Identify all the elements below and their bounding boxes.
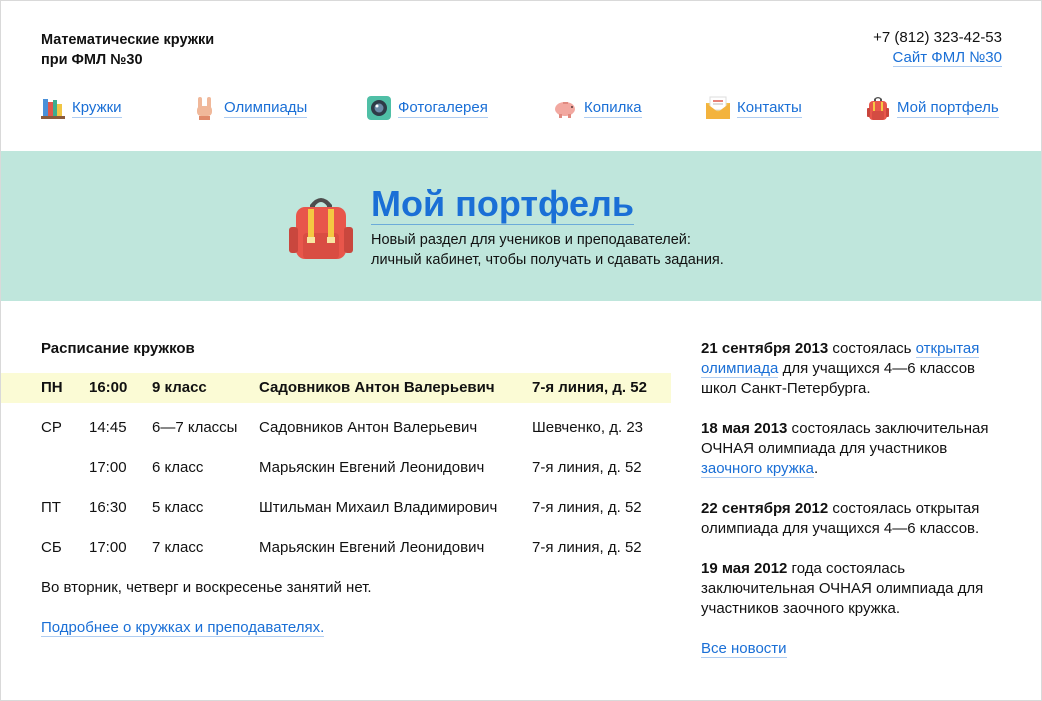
news-item: 21 сентября 2013 состоялась открытая оли… bbox=[701, 339, 1001, 399]
schedule-teacher: Марьяскин Евгений Леонидович bbox=[259, 459, 485, 476]
nav-label[interactable]: Мой портфель bbox=[897, 99, 999, 118]
table-row: СБ 17:00 7 класс Марьяскин Евгений Леони… bbox=[1, 533, 671, 563]
table-row: ПТ 16:30 5 класс Штильман Михаил Владими… bbox=[1, 493, 671, 523]
schedule-day: ПН bbox=[41, 379, 63, 396]
news-section: 21 сентября 2013 состоялась открытая оли… bbox=[701, 339, 1001, 659]
site-title-line1: Математические кружки bbox=[41, 32, 215, 48]
news-date: 18 мая 2013 bbox=[701, 420, 788, 437]
banner-title-link[interactable]: Мой портфель bbox=[371, 183, 635, 225]
hand-icon bbox=[192, 95, 218, 121]
more-info-row: Подробнее о кружках и преподавателях. bbox=[41, 618, 325, 638]
all-news-row: Все новости bbox=[701, 639, 1001, 659]
nav-label[interactable]: Копилка bbox=[584, 99, 642, 118]
news-item: 19 мая 2012 года состоялась заключительн… bbox=[701, 559, 1001, 619]
schedule-address: Шевченко, д. 23 bbox=[532, 419, 644, 436]
schedule-heading: Расписание кружков bbox=[41, 340, 195, 357]
correspondence-circle-link[interactable]: заочного кружка bbox=[701, 460, 814, 478]
backpack-icon bbox=[865, 95, 891, 121]
news-date: 22 сентября 2012 bbox=[701, 500, 829, 517]
nav-item-photogallery[interactable]: Фотогалерея bbox=[366, 93, 488, 123]
nav-label[interactable]: Олимпиады bbox=[224, 99, 308, 118]
schedule-class: 7 класс bbox=[152, 539, 204, 556]
portfolio-banner: Мой портфель Новый раздел для учеников и… bbox=[1, 151, 1041, 301]
news-text: . bbox=[814, 460, 819, 477]
schedule-teacher: Садовников Антон Валерьевич bbox=[259, 419, 478, 436]
schedule-class: 5 класс bbox=[152, 499, 204, 516]
envelope-icon bbox=[705, 95, 731, 121]
schedule-class: 9 класс bbox=[152, 379, 207, 396]
nav-label[interactable]: Фотогалерея bbox=[398, 99, 488, 118]
banner-title[interactable]: Мой портфель bbox=[371, 183, 635, 225]
piggy-bank-icon bbox=[552, 95, 578, 121]
schedule-time: 17:00 bbox=[89, 459, 127, 476]
news-text: состоялась bbox=[828, 340, 916, 357]
schedule-class: 6—7 классы bbox=[152, 419, 238, 436]
books-icon bbox=[40, 95, 66, 121]
news-item: 18 мая 2013 состоялась заключительная ОЧ… bbox=[701, 419, 1001, 479]
schedule-teacher: Садовников Антон Валерьевич bbox=[259, 379, 495, 396]
schedule-time: 16:00 bbox=[89, 379, 128, 396]
site-title-line2: при ФМЛ №30 bbox=[41, 52, 143, 68]
schedule-time: 14:45 bbox=[89, 419, 127, 436]
nav-item-kruzhki[interactable]: Кружки bbox=[40, 93, 122, 123]
schedule-address: 7-я линия, д. 52 bbox=[532, 499, 642, 516]
schedule-address: 7-я линия, д. 52 bbox=[532, 539, 642, 556]
schedule-day: СР bbox=[41, 419, 62, 436]
nav-item-my-portfolio[interactable]: Мой портфель bbox=[865, 93, 999, 123]
news-date: 19 мая 2012 bbox=[701, 560, 788, 577]
schedule-teacher: Штильман Михаил Владимирович bbox=[259, 499, 498, 516]
schedule-address: 7-я линия, д. 52 bbox=[532, 459, 642, 476]
backpack-icon bbox=[288, 193, 354, 261]
nav-label[interactable]: Кружки bbox=[72, 99, 122, 118]
schedule-note: Во вторник, четверг и воскресенье заняти… bbox=[41, 579, 372, 596]
table-row: 17:00 6 класс Марьяскин Евгений Леонидов… bbox=[1, 453, 671, 483]
nav-item-kopilka[interactable]: Копилка bbox=[552, 93, 642, 123]
header-contacts: +7 (812) 323-42-53 Сайт ФМЛ №30 bbox=[873, 28, 1002, 68]
phone-number: +7 (812) 323-42-53 bbox=[873, 29, 1002, 46]
camera-icon bbox=[366, 95, 392, 121]
banner-desc-line2: личный кабинет, чтобы получать и сдавать… bbox=[371, 252, 724, 268]
table-row: ПН 16:00 9 класс Садовников Антон Валерь… bbox=[1, 373, 671, 403]
schedule-class: 6 класс bbox=[152, 459, 204, 476]
schedule-section: Расписание кружков ПН 16:00 9 класс Садо… bbox=[1, 339, 671, 637]
schedule-time: 16:30 bbox=[89, 499, 127, 516]
schedule-day: СБ bbox=[41, 539, 62, 556]
news-date: 21 сентября 2013 bbox=[701, 340, 829, 357]
nav-item-olympiads[interactable]: Олимпиады bbox=[192, 93, 308, 123]
schedule-teacher: Марьяскин Евгений Леонидович bbox=[259, 539, 485, 556]
schedule-time: 17:00 bbox=[89, 539, 127, 556]
all-news-link[interactable]: Все новости bbox=[701, 640, 787, 658]
more-about-circles-link[interactable]: Подробнее о кружках и преподавателях. bbox=[41, 619, 325, 637]
news-item: 22 сентября 2012 состоялась открытая оли… bbox=[701, 499, 1001, 539]
school-site-link[interactable]: Сайт ФМЛ №30 bbox=[892, 49, 1002, 67]
table-row: СР 14:45 6—7 классы Садовников Антон Вал… bbox=[1, 413, 671, 443]
nav-item-contacts[interactable]: Контакты bbox=[705, 93, 802, 123]
main-nav: Кружки Олимпиады Фотогалерея Копилка Кон… bbox=[40, 93, 1002, 123]
banner-desc-line1: Новый раздел для учеников и преподавател… bbox=[371, 232, 691, 248]
schedule-address: 7-я линия, д. 52 bbox=[532, 379, 647, 396]
site-title: Математические кружки при ФМЛ №30 bbox=[41, 30, 214, 70]
schedule-day: ПТ bbox=[41, 499, 61, 516]
nav-label[interactable]: Контакты bbox=[737, 99, 802, 118]
banner-description: Новый раздел для учеников и преподавател… bbox=[371, 230, 724, 270]
